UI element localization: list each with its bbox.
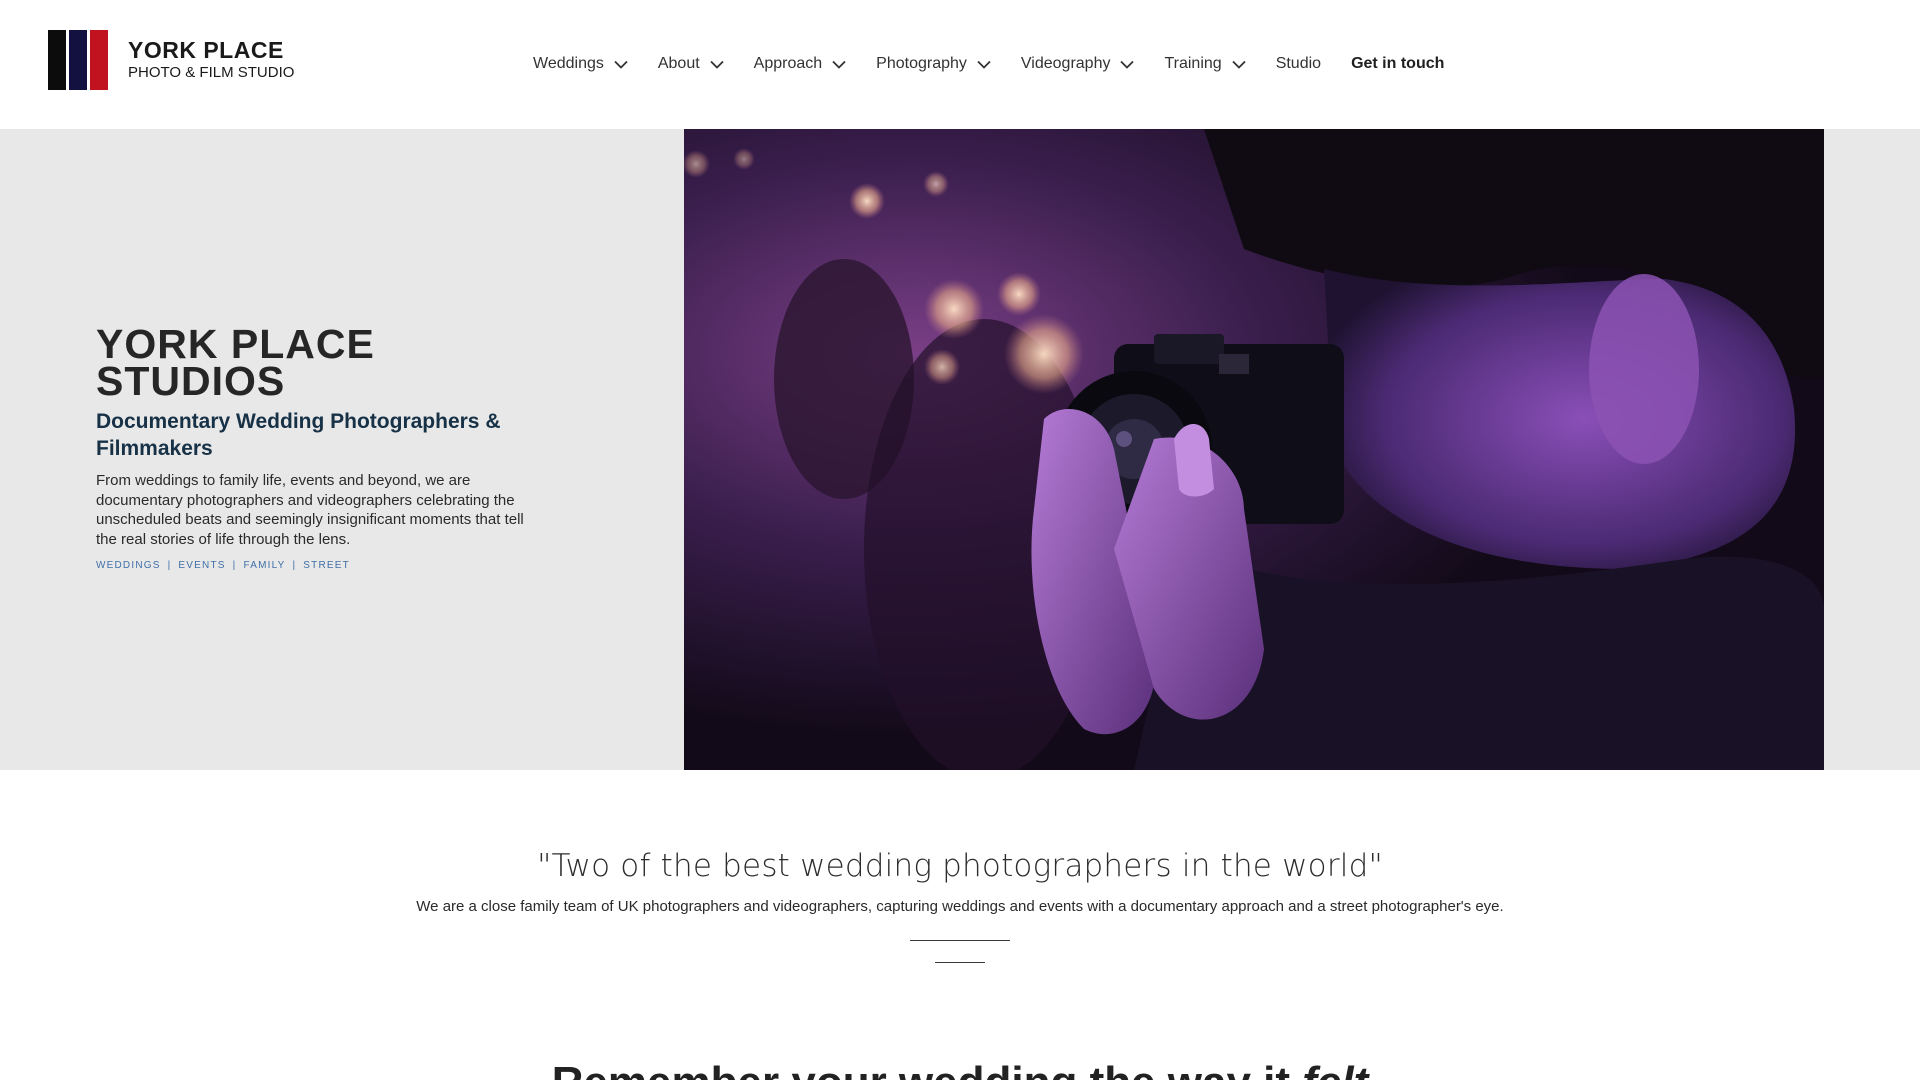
nav-item-studio[interactable]: Studio: [1276, 55, 1321, 73]
nav-item-label: About: [657, 55, 700, 72]
testimonial-quote: "Two of the best wedding photographers i…: [537, 848, 1383, 884]
nav-item-weddings[interactable]: Weddings: [533, 55, 628, 73]
tag-separator: |: [292, 560, 297, 571]
nav-item-label: Studio: [1275, 55, 1322, 72]
tag-weddings[interactable]: WEDDINGS: [96, 560, 161, 571]
logo-text: YORK PLACE PHOTO & FILM STUDIO: [128, 38, 294, 82]
hero-text: YORK PLACE STUDIOS Documentary Wedding P…: [96, 321, 536, 572]
section-heading-emphasis: felt: [1302, 1058, 1368, 1080]
photographer-with-camera-image: [684, 129, 1824, 770]
hero-title: YORK PLACE STUDIOS: [96, 321, 375, 404]
nav-item-label: Photography: [876, 55, 967, 72]
nav-item-label: Approach: [753, 55, 823, 72]
nav-item-training[interactable]: Training: [1164, 55, 1246, 73]
tag-separator: |: [167, 560, 172, 571]
tag-separator: |: [232, 560, 237, 571]
section-heading: Remember your wedding the way it felt: [0, 1058, 1920, 1080]
logo-tagline: PHOTO & FILM STUDIO: [128, 64, 295, 81]
nav-item-label: Videography: [1020, 55, 1111, 72]
hero-photo: [684, 129, 1824, 770]
logo-mark: [48, 30, 108, 90]
nav-item-label: Training: [1164, 55, 1222, 72]
chevron-down-icon: [1232, 60, 1246, 69]
tag-family[interactable]: FAMILY: [243, 560, 285, 571]
logo-title: YORK PLACE: [128, 37, 284, 63]
section-heading-text: Remember your wedding the way it: [552, 1058, 1303, 1080]
main-nav: Weddings About Approach Photography Vide…: [533, 52, 1474, 76]
nav-item-label: Weddings: [533, 55, 604, 72]
logo-link[interactable]: YORK PLACE PHOTO & FILM STUDIO: [48, 30, 294, 90]
hero-subtitle: Documentary Wedding Photographers & Film…: [96, 410, 501, 460]
nav-item-videography[interactable]: Videography: [1021, 55, 1135, 73]
chevron-down-icon: [832, 60, 846, 69]
logo-bar-black: [48, 30, 66, 90]
intro-paragraph: We are a close family team of UK photogr…: [416, 898, 1504, 915]
chevron-down-icon: [710, 60, 724, 69]
tag-events[interactable]: EVENTS: [178, 560, 225, 571]
chevron-down-icon: [977, 60, 991, 69]
nav-item-get-in-touch[interactable]: Get in touch: [1351, 55, 1444, 73]
nav-item-approach[interactable]: Approach: [754, 55, 847, 73]
logo-bar-red: [90, 30, 108, 90]
nav-item-photography[interactable]: Photography: [876, 55, 991, 73]
logo-bar-navy: [69, 30, 87, 90]
nav-item-label: Get in touch: [1351, 55, 1445, 72]
nav-item-about[interactable]: About: [658, 55, 724, 73]
chevron-down-icon: [614, 60, 628, 69]
hero-section: YORK PLACE STUDIOS Documentary Wedding P…: [0, 129, 1920, 770]
tag-street[interactable]: STREET: [303, 560, 350, 571]
divider-long: [910, 940, 1010, 941]
hero-description: From weddings to family life, events and…: [96, 472, 524, 548]
chevron-down-icon: [1120, 60, 1135, 69]
hero-tags: WEDDINGS | EVENTS | FAMILY | STREET: [96, 560, 536, 571]
site-header: YORK PLACE PHOTO & FILM STUDIO Weddings …: [0, 0, 1920, 129]
divider-short: [935, 962, 985, 963]
